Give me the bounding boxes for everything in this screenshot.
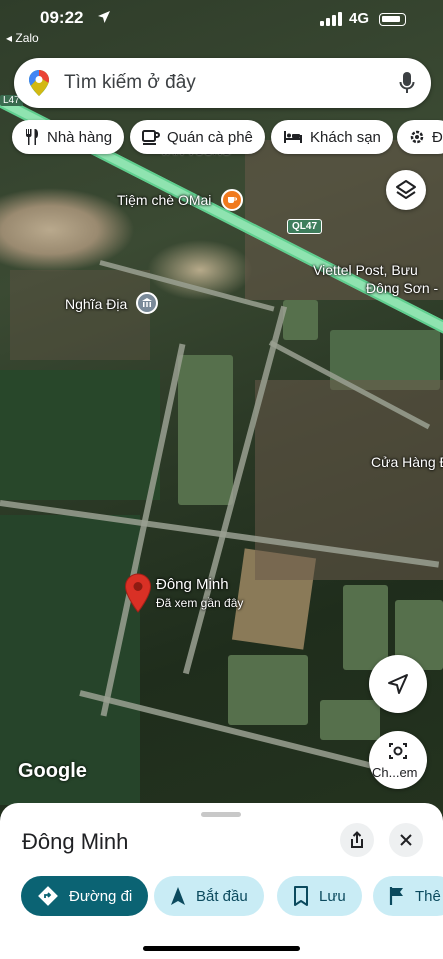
bed-icon (284, 131, 302, 143)
chip-hotels[interactable]: Khách sạn (271, 120, 393, 154)
pond (228, 655, 308, 725)
chip-more[interactable]: Đ (397, 120, 443, 154)
close-icon (400, 834, 412, 846)
start-label: Bắt đầu (196, 887, 248, 905)
directions-icon (38, 886, 58, 906)
status-bar: 09:22 ◂ Zalo 4G (0, 0, 443, 50)
fork-knife-icon (26, 129, 38, 145)
pin-label-dong-minh[interactable]: Đông Minh (156, 576, 229, 593)
lens-button[interactable] (369, 731, 427, 789)
navigation-arrow-icon (388, 674, 408, 694)
google-maps-pin-icon (29, 70, 49, 96)
location-arrow-icon (98, 11, 110, 23)
bookmark-icon (294, 886, 308, 906)
close-button[interactable] (389, 823, 423, 857)
search-bar[interactable]: Tìm kiếm ở đây (14, 58, 431, 108)
pond (178, 355, 233, 505)
place-title: Đông Minh (22, 829, 129, 854)
pond (320, 700, 380, 740)
share-icon (351, 831, 363, 848)
pin-sublabel-recent: Đã xem gần đây (156, 596, 244, 610)
coffee-poi-icon[interactable] (221, 189, 243, 211)
poi-label-nghia-dia[interactable]: Nghĩa Địa (65, 296, 127, 312)
poi-label-tiem-che[interactable]: Tiệm chè OMai (117, 192, 211, 208)
add-label-button[interactable]: Thê (373, 876, 443, 916)
save-button[interactable]: Lưu (277, 876, 362, 916)
gear-icon (410, 130, 424, 144)
status-time: 09:22 (40, 8, 84, 27)
start-button[interactable]: Bắt đầu (154, 876, 264, 916)
sheet-drag-handle[interactable] (201, 812, 241, 817)
chip-label: Khách sạn (310, 128, 381, 146)
pond (343, 585, 388, 670)
layers-button[interactable] (386, 170, 426, 210)
add-label-label: Thê (415, 887, 441, 905)
home-indicator[interactable] (143, 946, 300, 951)
navigation-arrow-icon (171, 887, 185, 905)
poi-label-cua-hang[interactable]: Cửa Hàng Đ (371, 454, 443, 470)
chip-label: Nhà hàng (47, 128, 113, 146)
layers-icon (396, 180, 416, 199)
pond (283, 300, 318, 340)
save-label: Lưu (319, 887, 346, 905)
camera-lens-icon (389, 743, 407, 759)
google-attribution: Google (18, 760, 87, 782)
my-location-button[interactable] (369, 655, 427, 713)
place-bottom-sheet[interactable]: Đông Minh Đường đi Bắt đầu Lưu Thê (0, 803, 443, 959)
chip-cafes[interactable]: Quán cà phê (130, 120, 265, 154)
signal-bars-icon (320, 12, 342, 26)
battery-icon (379, 13, 406, 26)
landmark-poi-icon[interactable] (136, 292, 158, 314)
directions-button[interactable]: Đường đi (21, 876, 149, 916)
village-block (10, 270, 150, 360)
poi-label-dong-son[interactable]: Đông Sơn - (366, 280, 438, 296)
rice-field (0, 370, 160, 500)
search-placeholder[interactable]: Tìm kiếm ở đây (64, 72, 196, 94)
chip-label: Quán cà phê (167, 128, 253, 146)
microphone-icon[interactable] (399, 71, 415, 95)
directions-label: Đường đi (69, 887, 133, 905)
back-to-app-link[interactable]: ◂ Zalo (6, 31, 39, 45)
lens-button-label: Ch...em (372, 765, 418, 780)
coffee-cup-icon (142, 130, 160, 145)
network-type: 4G (349, 10, 370, 27)
poi-label-viettel[interactable]: Viettel Post, Bưu (313, 262, 418, 278)
location-pin-icon[interactable] (124, 573, 152, 613)
share-button[interactable] (340, 823, 374, 857)
flag-icon (389, 887, 403, 905)
highway-badge: QL47 (287, 219, 323, 234)
chip-restaurants[interactable]: Nhà hàng (12, 120, 125, 154)
chip-label: Đ (432, 128, 443, 146)
